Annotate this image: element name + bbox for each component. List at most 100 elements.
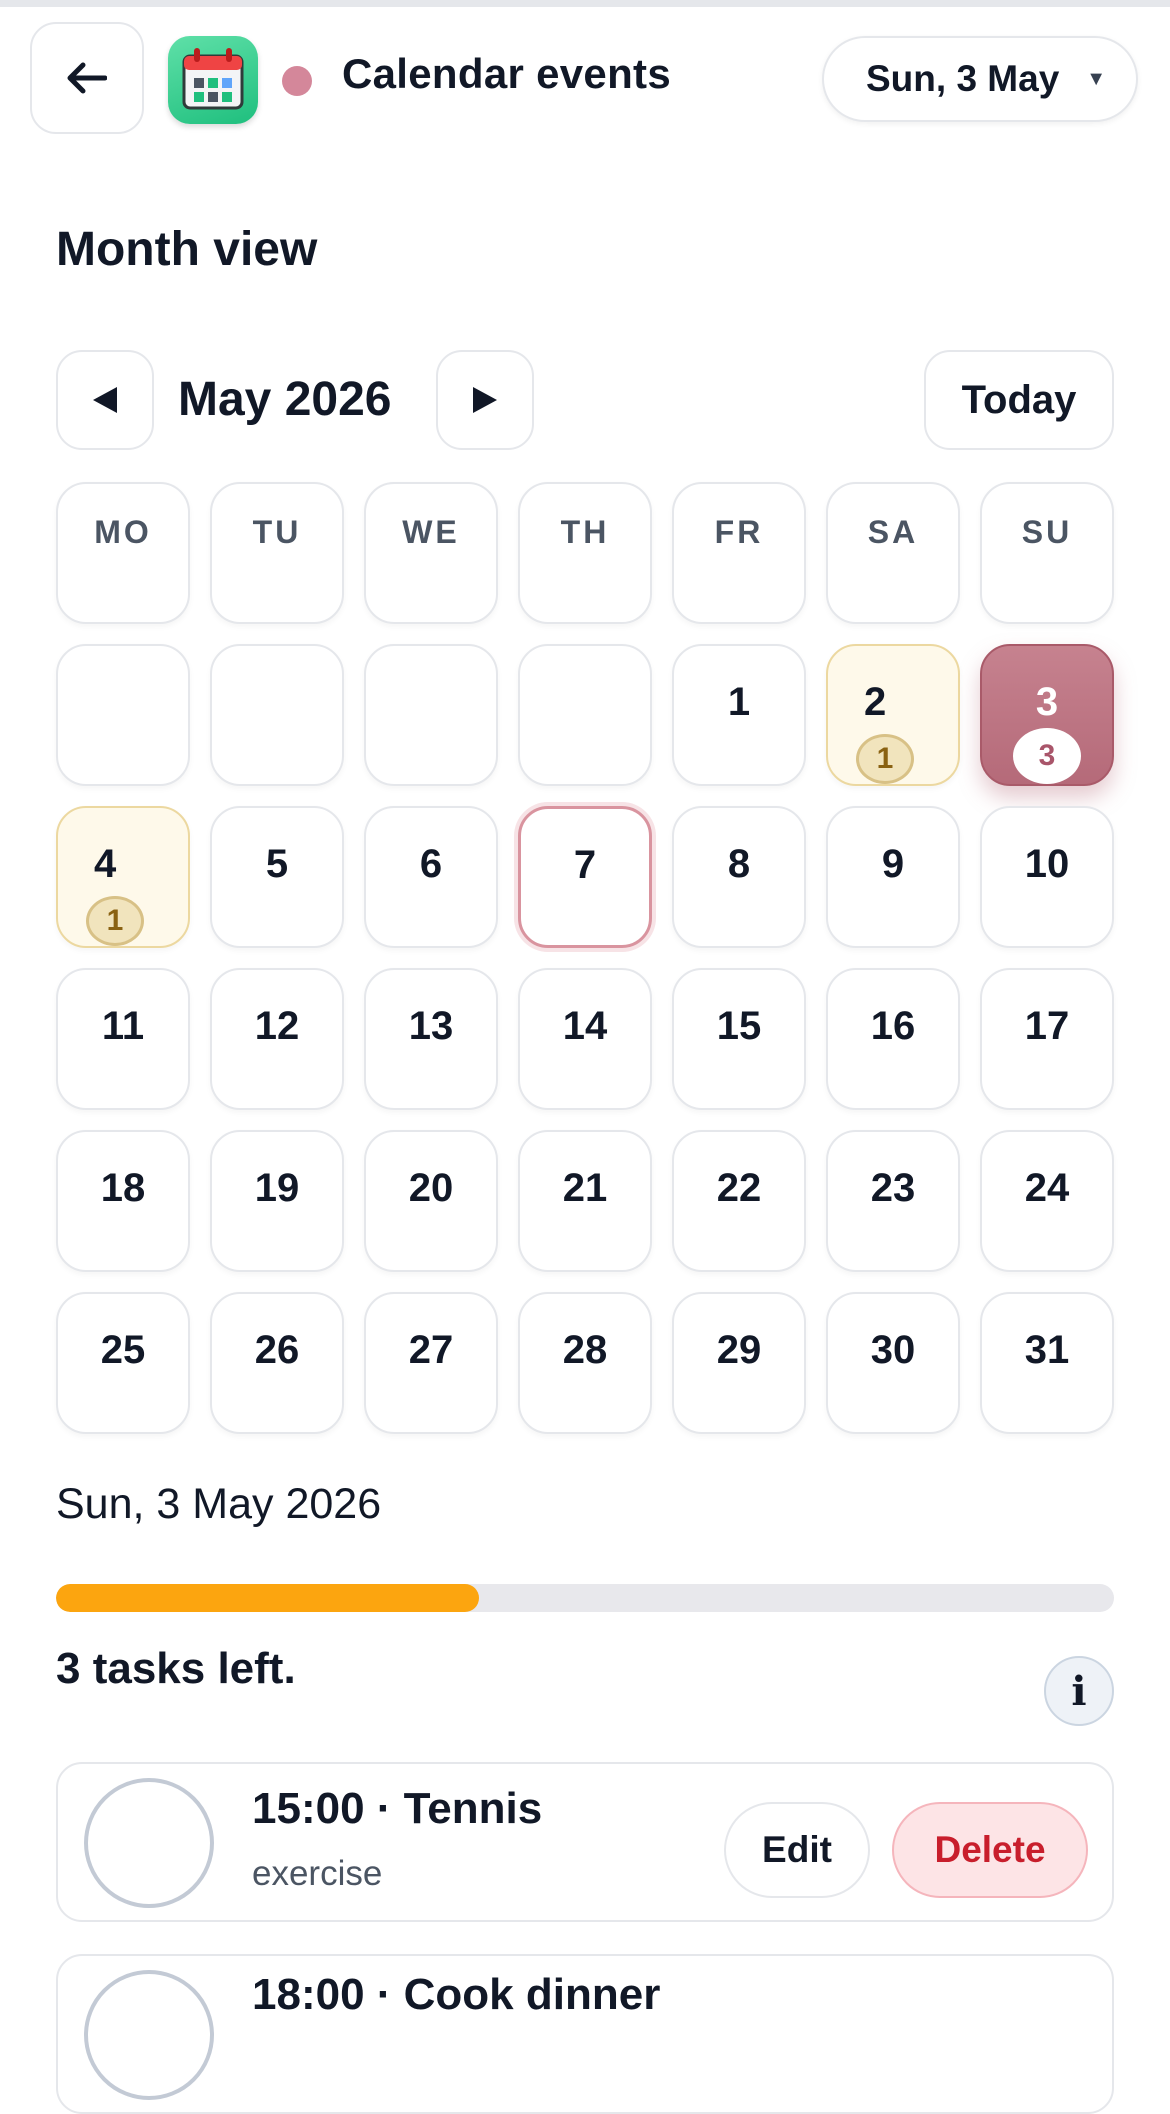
tasks-left-label: 3 tasks left.	[56, 1644, 296, 1693]
progress-fill	[56, 1584, 480, 1612]
calendar-day-16[interactable]: 16	[826, 968, 960, 1110]
calendar-day-15[interactable]: 15	[672, 968, 806, 1110]
day-number: 31	[1024, 1328, 1070, 1372]
date-dropdown-label: Sun, 3 May	[866, 58, 1060, 99]
day-number: 8	[727, 842, 751, 886]
day-number: 24	[1024, 1166, 1070, 1210]
calendar-day-25[interactable]: 25	[56, 1292, 190, 1434]
info-button[interactable]: i	[1044, 1656, 1114, 1726]
calendar-day-7[interactable]: 7	[518, 806, 652, 948]
weeks-container: 1 2 1 3 3 4 1 5 6 7 8 9 10 11 12 13 14 15 16 17 18 19 20 21 22 23…	[56, 644, 1114, 1434]
day-number: 19	[254, 1166, 300, 1210]
day-number: 28	[562, 1328, 608, 1372]
weekday-header: TU	[210, 482, 344, 624]
calendar-day-22[interactable]: 22	[672, 1130, 806, 1272]
task-title: 18:00 · Cook dinner	[252, 1970, 661, 2019]
day-number: 18	[100, 1166, 146, 1210]
calendar-day-11[interactable]: 11	[56, 968, 190, 1110]
calendar-day-28[interactable]: 28	[518, 1292, 652, 1434]
arrow-left-icon	[67, 62, 107, 94]
date-dropdown[interactable]: Sun, 3 May ▼	[822, 36, 1138, 122]
page-title: Calendar events	[342, 50, 671, 97]
day-number: 5	[265, 842, 289, 886]
day-number: 27	[408, 1328, 454, 1372]
day-number: 6	[419, 842, 443, 886]
day-number: 30	[870, 1328, 916, 1372]
weekday-label: FR	[714, 514, 764, 550]
calendar-day-8[interactable]: 8	[672, 806, 806, 948]
calendar-day-13[interactable]: 13	[364, 968, 498, 1110]
weekday-label: WE	[402, 514, 460, 550]
weekday-label: TH	[560, 514, 610, 550]
calendar-day-19[interactable]: 19	[210, 1130, 344, 1272]
status-dot	[282, 66, 312, 96]
month-label: May 2026	[178, 373, 392, 426]
back-button[interactable]	[30, 22, 144, 134]
event-count-badge: 3	[1013, 728, 1081, 784]
triangle-left-icon	[93, 387, 117, 413]
task-category: exercise	[252, 1854, 383, 1893]
calendar-week-row: 12133	[56, 644, 1114, 786]
day-number: 26	[254, 1328, 300, 1372]
calendar-week-row: 18 19 20 21 22 23 24	[56, 1130, 1114, 1272]
calendar-day-30[interactable]: 30	[826, 1292, 960, 1434]
event-count-badge: 1	[86, 896, 144, 946]
weekday-header: WE	[364, 482, 498, 624]
calendar-day-18[interactable]: 18	[56, 1130, 190, 1272]
calendar-day-20[interactable]: 20	[364, 1130, 498, 1272]
delete-button[interactable]: Delete	[892, 1802, 1088, 1898]
calendar-grid: MO TU WE TH FR SA SU 1 2 1 3 3 4 1 5 6 7 8 9 10 11 12 1…	[56, 482, 1114, 1454]
calendar-app-icon	[168, 36, 258, 124]
day-number: 25	[100, 1328, 146, 1372]
day-number: 16	[870, 1004, 916, 1048]
calendar-day-5[interactable]: 5	[210, 806, 344, 948]
day-number: 29	[716, 1328, 762, 1372]
calendar-day-31[interactable]: 31	[980, 1292, 1114, 1434]
calendar-day-24[interactable]: 24	[980, 1130, 1114, 1272]
day-number: 11	[101, 1004, 145, 1048]
weekday-header: SU	[980, 482, 1114, 624]
weekday-label: MO	[94, 514, 152, 550]
weekday-label: SU	[1021, 514, 1073, 550]
calendar-day-9[interactable]: 9	[826, 806, 960, 948]
task-card: 15:00 · Tennis exercise Edit Delete	[56, 1762, 1114, 1922]
calendar-empty-cell	[518, 644, 652, 786]
prev-month-button[interactable]	[56, 350, 154, 450]
calendar-day-2[interactable]: 21	[826, 644, 960, 786]
day-number: 22	[716, 1166, 762, 1210]
calendar-day-3[interactable]: 33	[980, 644, 1114, 786]
task-card: 18:00 · Cook dinner	[56, 1954, 1114, 2114]
calendar-day-6[interactable]: 6	[364, 806, 498, 948]
calendar-empty-cell	[56, 644, 190, 786]
calendar-day-29[interactable]: 29	[672, 1292, 806, 1434]
section-title: Month view	[56, 223, 318, 276]
day-number: 1	[727, 680, 751, 724]
weekday-header: MO	[56, 482, 190, 624]
day-number: 14	[562, 1004, 608, 1048]
today-button[interactable]: Today	[924, 350, 1114, 450]
calendar-day-21[interactable]: 21	[518, 1130, 652, 1272]
event-count-badge: 1	[856, 734, 914, 784]
day-number: 2	[864, 680, 887, 724]
calendar-day-4[interactable]: 41	[56, 806, 190, 948]
calendar-day-12[interactable]: 12	[210, 968, 344, 1110]
day-number: 3	[1035, 680, 1059, 724]
calendar-day-1[interactable]: 1	[672, 644, 806, 786]
task-checkbox[interactable]	[84, 1778, 214, 1908]
calendar-day-17[interactable]: 17	[980, 968, 1114, 1110]
day-number: 4	[94, 842, 117, 886]
day-number: 17	[1024, 1004, 1070, 1048]
calendar-day-27[interactable]: 27	[364, 1292, 498, 1434]
weekday-header: FR	[672, 482, 806, 624]
calendar-week-row: 11 12 13 14 15 16 17	[56, 968, 1114, 1110]
calendar-day-10[interactable]: 10	[980, 806, 1114, 948]
day-number: 7	[573, 843, 597, 887]
calendar-day-14[interactable]: 14	[518, 968, 652, 1110]
day-number: 13	[408, 1004, 454, 1048]
calendar-day-26[interactable]: 26	[210, 1292, 344, 1434]
edit-button[interactable]: Edit	[724, 1802, 870, 1898]
calendar-day-23[interactable]: 23	[826, 1130, 960, 1272]
day-number: 21	[562, 1166, 608, 1210]
next-month-button[interactable]	[436, 350, 534, 450]
calendar-empty-cell	[210, 644, 344, 786]
